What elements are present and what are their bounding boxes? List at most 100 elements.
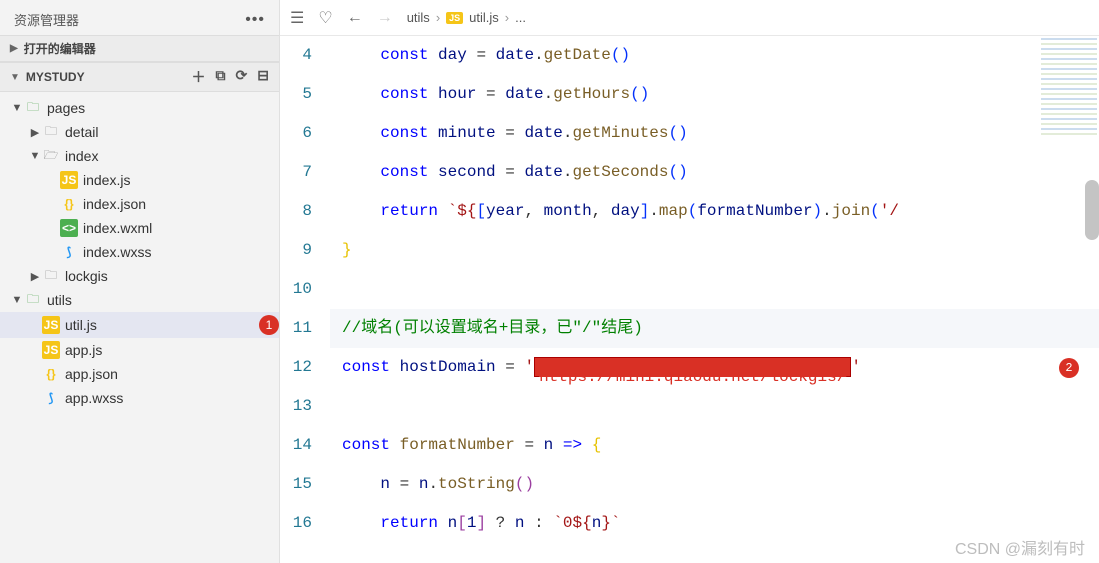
vertical-scrollbar[interactable]: [1085, 180, 1099, 240]
code-line[interactable]: const hostDomain = 'https://mini.qiaodu.…: [330, 348, 1099, 387]
breadcrumb[interactable]: utils › JS util.js › ...: [407, 10, 526, 25]
js-file-icon: JS: [42, 316, 60, 334]
js-file-icon: JS: [42, 341, 60, 359]
tree-item-appjson[interactable]: {} app.json: [0, 362, 279, 386]
breadcrumb-sep-icon: ›: [505, 10, 509, 25]
chevron-right-icon: ▶: [28, 270, 42, 283]
explorer-sidebar: 资源管理器 ••• ▶打开的编辑器 ▼MYSTUDY ＋ ⧉ ⟳ ⊟ ▼🗀pag…: [0, 0, 280, 563]
line-number[interactable]: 16: [280, 504, 312, 543]
new-file-icon[interactable]: ＋: [192, 67, 206, 87]
code-line[interactable]: return `${[year, month, day].map(formatN…: [330, 192, 1099, 231]
code-line[interactable]: const second = date.getSeconds(): [330, 153, 1099, 192]
tree-item-indexjson[interactable]: {} index.json: [0, 192, 279, 216]
editor-pane: ☰ ♡ ← → utils › JS util.js › ... 4 5 6 7…: [280, 0, 1099, 563]
folder-open-icon: 🗀: [24, 291, 42, 309]
watermark: CSDN @漏刻有时: [955, 535, 1085, 559]
annotation-badge-1: 1: [259, 315, 279, 335]
breadcrumb-part[interactable]: utils: [407, 10, 430, 25]
list-icon[interactable]: ☰: [290, 8, 304, 28]
refresh-icon[interactable]: ⟳: [236, 67, 248, 87]
line-number[interactable]: 12: [280, 348, 312, 387]
breadcrumb-part[interactable]: util.js: [469, 10, 499, 25]
tree-item-appjs[interactable]: JS app.js: [0, 338, 279, 362]
breadcrumb-sep-icon: ›: [436, 10, 440, 25]
code-line[interactable]: const day = date.getDate(): [330, 36, 1099, 75]
tree-item-pages[interactable]: ▼🗀 pages: [0, 96, 279, 120]
tree-label: util.js: [65, 317, 253, 333]
line-number[interactable]: 4: [280, 36, 312, 75]
tree-item-utiljs[interactable]: JS util.js 1: [0, 312, 279, 338]
code-line[interactable]: //域名(可以设置域名+目录，已"/"结尾): [330, 309, 1099, 348]
new-folder-icon[interactable]: ⧉: [216, 67, 226, 87]
folder-open-icon: 🗀: [24, 99, 42, 117]
code-line[interactable]: ⌄const formatNumber = n => {: [330, 426, 1099, 465]
line-number[interactable]: 11: [280, 309, 312, 348]
tree-item-index[interactable]: ▼🗁index: [0, 144, 279, 168]
wxss-file-icon: ⟆: [60, 243, 78, 261]
explorer-title-row: 资源管理器 •••: [0, 0, 279, 35]
line-number[interactable]: 13: [280, 387, 312, 426]
tree-label: app.json: [65, 366, 279, 382]
annotation-badge-2: 2: [1059, 358, 1079, 378]
line-number[interactable]: 14: [280, 426, 312, 465]
breadcrumb-part[interactable]: ...: [515, 10, 526, 25]
folder-icon: 🗀: [42, 123, 60, 141]
wxss-file-icon: ⟆: [42, 389, 60, 407]
chevron-right-icon: ▶: [10, 43, 18, 54]
tree-item-detail[interactable]: ▶🗀 detail: [0, 120, 279, 144]
bookmark-icon[interactable]: ♡: [318, 8, 332, 28]
js-file-icon: JS: [60, 171, 78, 189]
line-gutter: 4 5 6 7 8 9 10 11 12 13 14 15 16: [280, 36, 330, 563]
tree-label: detail: [65, 124, 279, 140]
explorer-more-icon[interactable]: •••: [245, 11, 265, 29]
code-line[interactable]: const minute = date.getMinutes(): [330, 114, 1099, 153]
project-header[interactable]: ▼ MYSTUDY ＋ ⧉ ⟳ ⊟: [0, 62, 279, 92]
chevron-right-icon: ▶: [28, 126, 42, 139]
line-number[interactable]: 8: [280, 192, 312, 231]
nav-back-icon[interactable]: ←: [347, 9, 363, 27]
code-line[interactable]: [330, 270, 1099, 309]
tree-item-utils[interactable]: ▼🗀 utils: [0, 288, 279, 312]
code-line[interactable]: }: [330, 231, 1099, 270]
json-file-icon: {}: [42, 365, 60, 383]
code-line[interactable]: [330, 387, 1099, 426]
minimap[interactable]: [1041, 38, 1097, 138]
open-editors-header[interactable]: ▶ 打开的编辑器: [0, 35, 279, 62]
tree-label: index.js: [83, 172, 279, 188]
tree-label: app.wxss: [65, 390, 279, 406]
line-number[interactable]: 9: [280, 231, 312, 270]
json-file-icon: {}: [60, 195, 78, 213]
redacted-url: https://mini.qiaodu.net/lockgis/: [534, 357, 851, 377]
tree-item-lockgis[interactable]: ▶🗀lockgis: [0, 264, 279, 288]
tree-label: app.js: [65, 342, 279, 358]
code-editor[interactable]: 4 5 6 7 8 9 10 11 12 13 14 15 16 const d…: [280, 36, 1099, 563]
file-tree: ▼🗀pages ▶🗀detail ▼🗁index JSindex.js {}in…: [0, 92, 279, 414]
code-line[interactable]: n = n.toString(): [330, 465, 1099, 504]
collapse-icon[interactable]: ⊟: [257, 67, 269, 87]
line-number[interactable]: 6: [280, 114, 312, 153]
chevron-down-icon: ▼: [10, 294, 24, 306]
nav-forward-icon[interactable]: →: [377, 9, 393, 27]
tree-item-appwxss[interactable]: ⟆ app.wxss: [0, 386, 279, 410]
open-editors-label: 打开的编辑器: [24, 40, 96, 57]
project-label: MYSTUDY: [26, 70, 85, 84]
line-number[interactable]: 15: [280, 465, 312, 504]
line-number[interactable]: 7: [280, 153, 312, 192]
tree-label: index.wxss: [83, 244, 279, 260]
wxml-file-icon: <>: [60, 219, 78, 237]
tree-label: index.json: [83, 196, 279, 212]
code-line[interactable]: const hour = date.getHours(): [330, 75, 1099, 114]
tree-item-indexwxml[interactable]: <>index.wxml: [0, 216, 279, 240]
editor-toolbar: ☰ ♡ ← → utils › JS util.js › ...: [280, 0, 1099, 36]
line-number[interactable]: 5: [280, 75, 312, 114]
chevron-down-icon: ▼: [10, 72, 20, 83]
line-number[interactable]: 10: [280, 270, 312, 309]
chevron-down-icon: ▼: [10, 102, 24, 114]
tree-label: pages: [47, 100, 279, 116]
code-lines[interactable]: const day = date.getDate() const hour = …: [330, 36, 1099, 563]
explorer-title: 资源管理器: [14, 10, 79, 29]
tree-item-indexjs[interactable]: JS index.js: [0, 168, 279, 192]
folder-open-icon: 🗁: [42, 147, 60, 165]
tree-item-indexwxss[interactable]: ⟆ index.wxss: [0, 240, 279, 264]
tree-label: utils: [47, 292, 279, 308]
